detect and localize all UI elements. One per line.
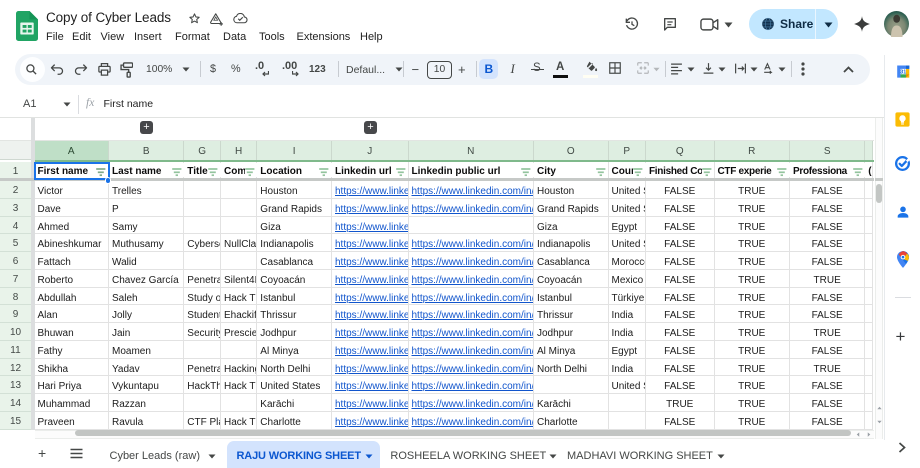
svg-text:31: 31	[900, 70, 906, 76]
